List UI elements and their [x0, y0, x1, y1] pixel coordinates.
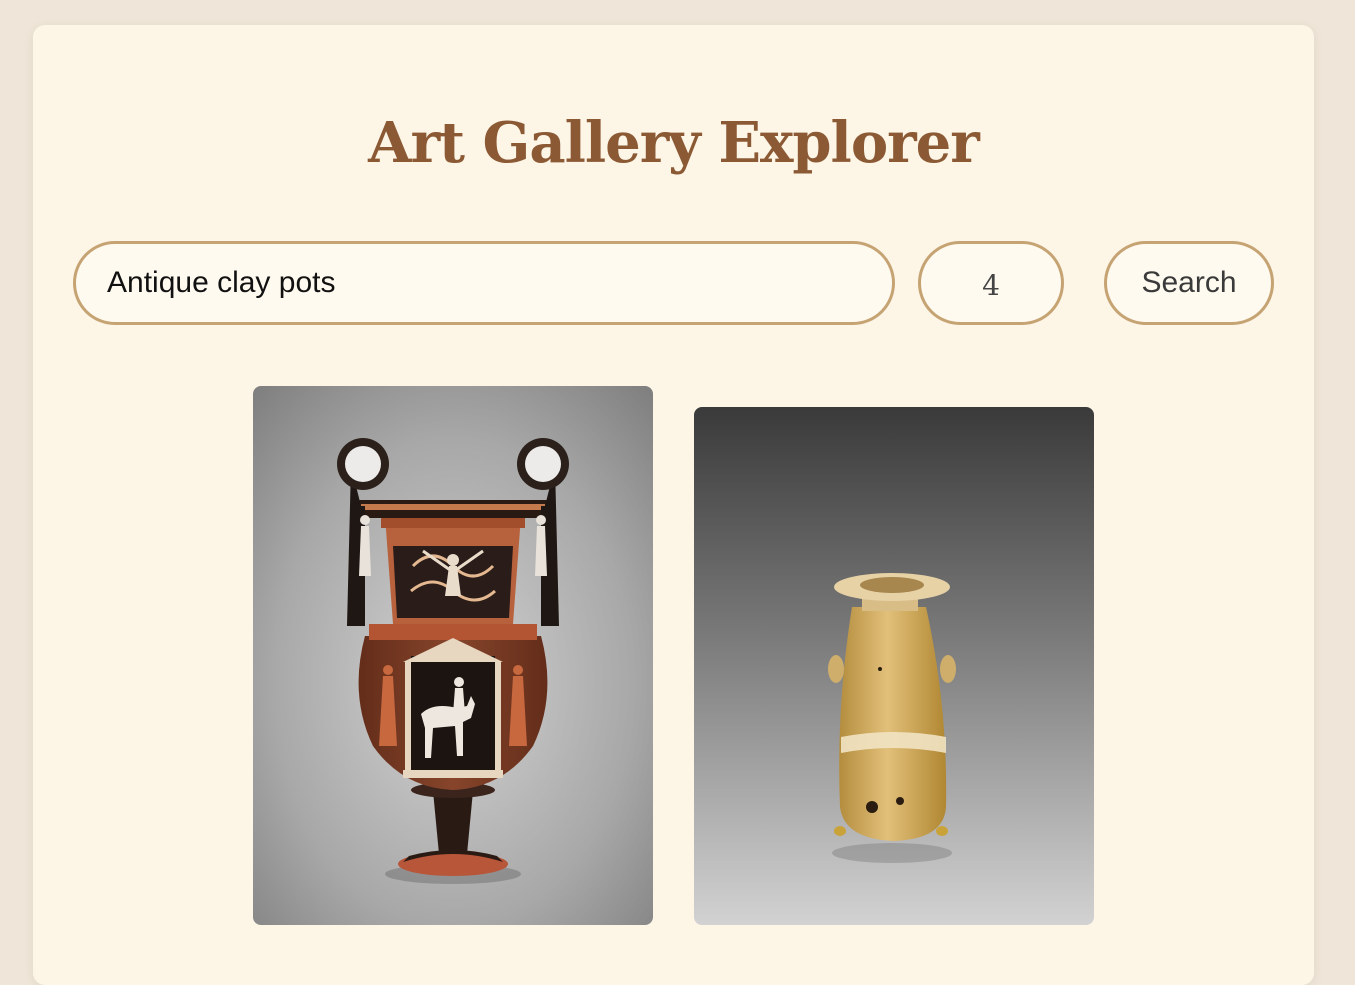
artwork-image-krater	[253, 386, 653, 925]
artwork-card[interactable]	[694, 407, 1094, 925]
page-title: Art Gallery Explorer	[368, 110, 980, 176]
search-input[interactable]	[73, 241, 895, 325]
gallery-panel: Art Gallery Explorer Search	[33, 25, 1314, 985]
artwork-card[interactable]	[253, 386, 653, 925]
artwork-image-alabastron	[694, 407, 1094, 925]
result-count-input[interactable]	[918, 241, 1064, 325]
search-button[interactable]: Search	[1104, 241, 1274, 325]
